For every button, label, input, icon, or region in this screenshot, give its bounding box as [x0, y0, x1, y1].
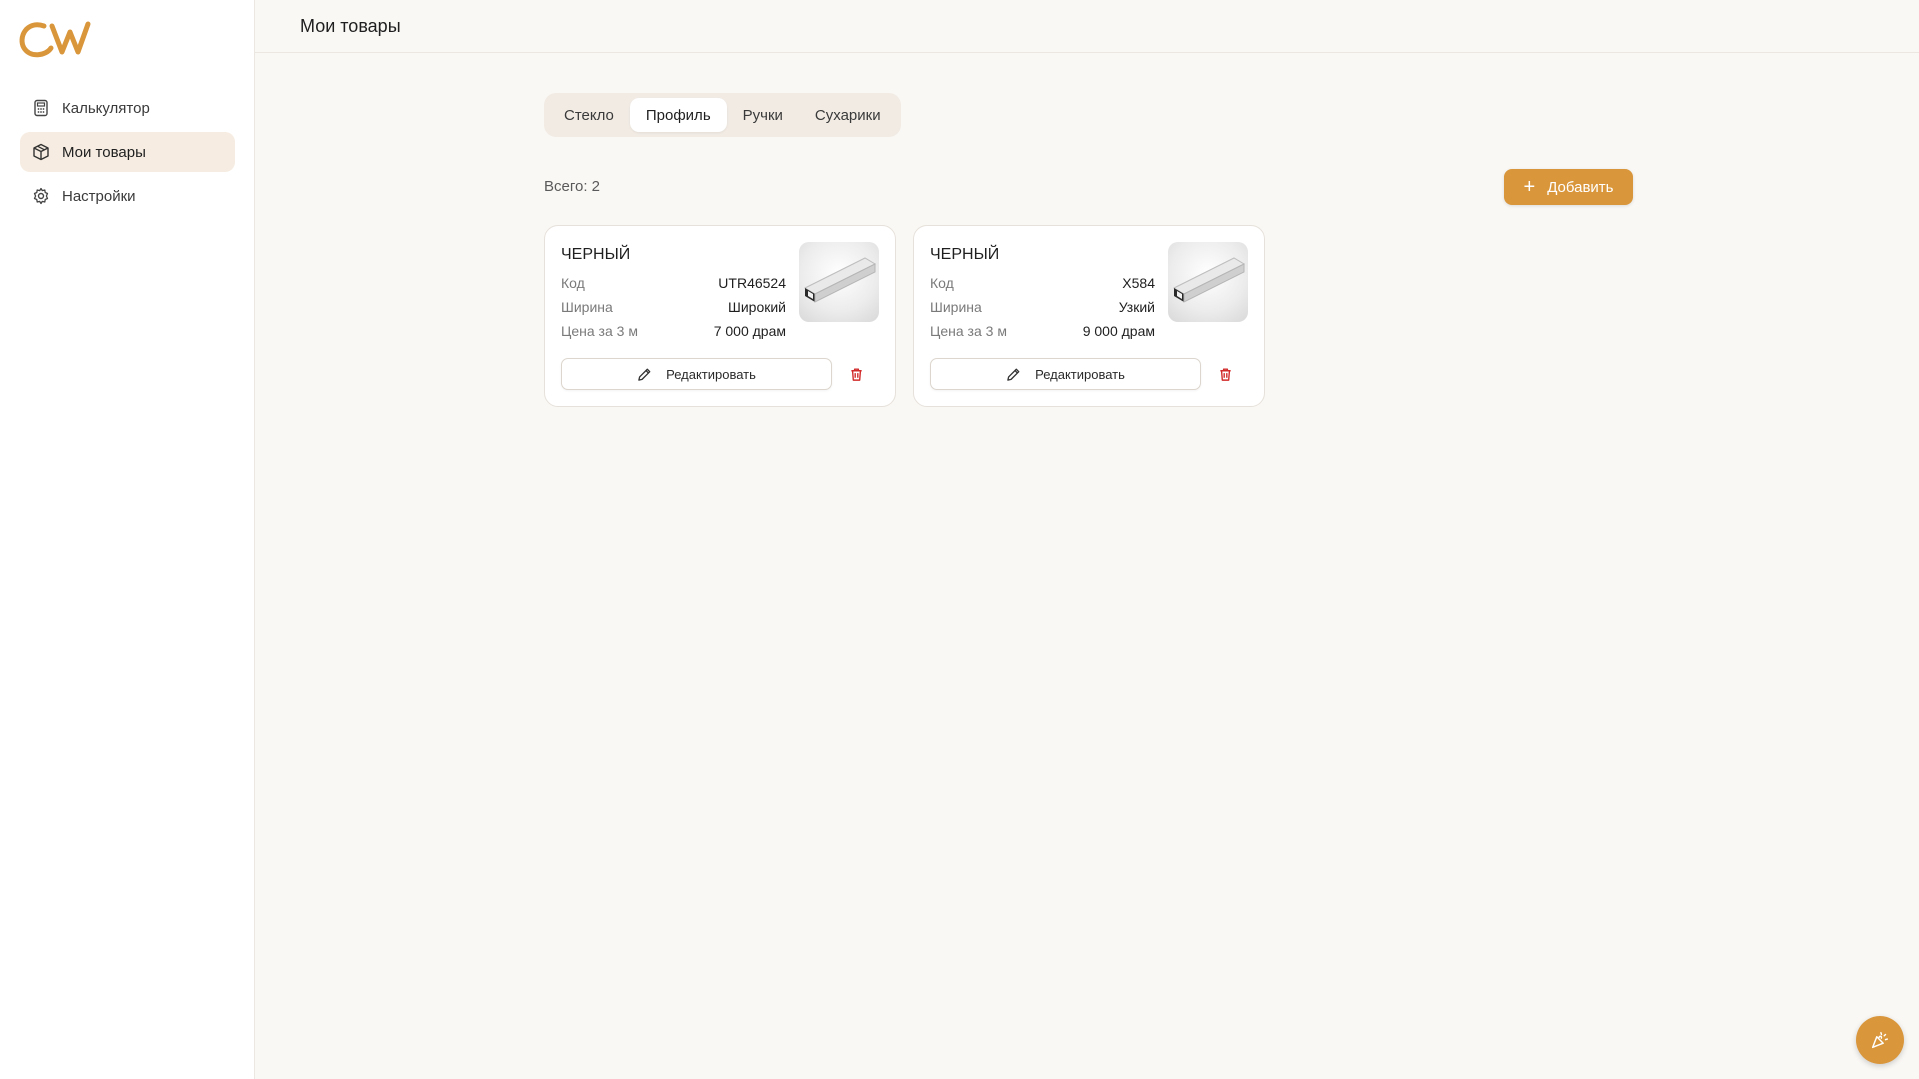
spec-row-price: Цена за 3 м 9 000 драм [930, 323, 1155, 339]
party-popper-icon [1871, 1031, 1889, 1049]
cw-logo-icon[interactable] [18, 18, 94, 58]
tab-profile[interactable]: Профиль [629, 98, 727, 132]
total-count: Всего: 2 [544, 178, 601, 195]
product-name: ЧЕРНЫЙ [930, 246, 1000, 263]
sidebar-nav: Калькулятор Мои товары Настройки [20, 88, 235, 220]
spec-label: Цена за 3 м [930, 323, 1007, 339]
spec-label: Ширина [930, 299, 982, 315]
spec-label: Код [561, 275, 585, 291]
spec-label: Цена за 3 м [561, 323, 638, 339]
tab-handles[interactable]: Ручки [727, 98, 799, 132]
app-root: Калькулятор Мои товары Настройки Мои тов… [0, 0, 1919, 1079]
spec-row-width: Ширина Широкий [561, 299, 786, 315]
main-content: Мои товары Стекло Профиль Ручки Сухарики… [255, 0, 1919, 1079]
edit-button[interactable]: Редактировать [930, 358, 1201, 390]
product-card: ЧЕРНЫЙ Код UTR46524 Ширина Широкий Цена … [544, 225, 896, 407]
top-bar: Мои товары [255, 0, 1919, 53]
delete-button[interactable] [1213, 362, 1237, 386]
calculator-icon [32, 99, 50, 117]
plus-icon: + [1523, 176, 1536, 198]
delete-button[interactable] [844, 362, 868, 386]
spec-value: X584 [1122, 275, 1155, 291]
product-card: ЧЕРНЫЙ Код X584 Ширина Узкий Цена за 3 м… [913, 225, 1265, 407]
product-image[interactable] [799, 242, 879, 322]
tab-crackers[interactable]: Сухарики [799, 98, 897, 132]
assistant-fab-button[interactable] [1856, 1016, 1904, 1064]
spec-value: 7 000 драм [713, 323, 786, 339]
sidebar-item-calculator[interactable]: Калькулятор [20, 88, 235, 128]
spec-label: Код [930, 275, 954, 291]
edit-button-label: Редактировать [666, 366, 756, 382]
spec-label: Ширина [561, 299, 613, 315]
pencil-icon [637, 367, 652, 382]
sidebar: Калькулятор Мои товары Настройки [0, 0, 255, 1079]
sidebar-item-label: Калькулятор [62, 99, 150, 117]
add-button-label: Добавить [1547, 178, 1614, 196]
gear-icon [32, 187, 50, 205]
add-button[interactable]: + Добавить [1504, 169, 1633, 205]
sidebar-item-label: Мои товары [62, 143, 146, 161]
page-title: Мои товары [300, 15, 401, 36]
edit-button-label: Редактировать [1035, 366, 1125, 382]
product-image[interactable] [1168, 242, 1248, 322]
trash-icon [850, 367, 862, 381]
sidebar-item-label: Настройки [62, 187, 136, 205]
spec-row-code: Код UTR46524 [561, 275, 786, 291]
category-tabs: Стекло Профиль Ручки Сухарики [544, 93, 901, 137]
spec-value: UTR46524 [718, 275, 786, 291]
tab-glass[interactable]: Стекло [548, 98, 630, 132]
spec-value: Узкий [1118, 299, 1155, 315]
pencil-icon [1006, 367, 1021, 382]
spec-row-code: Код X584 [930, 275, 1155, 291]
spec-value: Широкий [728, 299, 786, 315]
spec-row-width: Ширина Узкий [930, 299, 1155, 315]
package-icon [32, 143, 50, 161]
edit-button[interactable]: Редактировать [561, 358, 832, 390]
sidebar-item-settings[interactable]: Настройки [20, 176, 235, 216]
sidebar-item-my-products[interactable]: Мои товары [20, 132, 235, 172]
product-list: ЧЕРНЫЙ Код UTR46524 Ширина Широкий Цена … [544, 225, 1265, 407]
trash-icon [1219, 367, 1231, 381]
spec-row-price: Цена за 3 м 7 000 драм [561, 323, 786, 339]
product-name: ЧЕРНЫЙ [561, 246, 631, 263]
spec-value: 9 000 драм [1082, 323, 1155, 339]
